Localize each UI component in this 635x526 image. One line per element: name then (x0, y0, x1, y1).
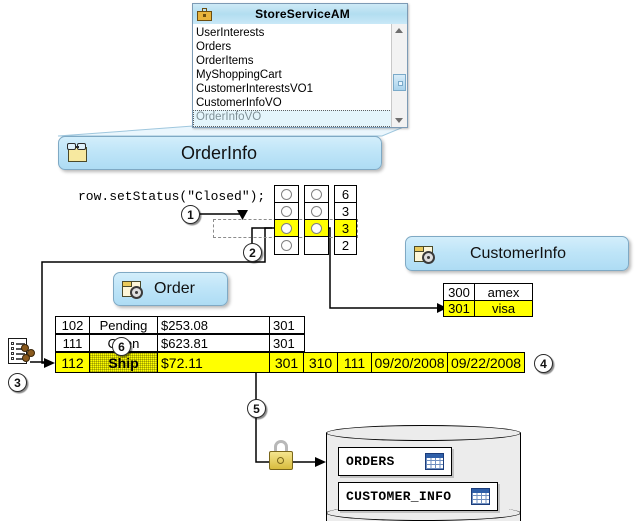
table-grid-icon (425, 453, 444, 470)
table-row-highlighted[interactable]: 301 visa (443, 300, 533, 317)
table-row[interactable]: 102 Pending $253.08 301 (55, 316, 305, 334)
customer-id-cell: 300 (444, 284, 475, 300)
order-id-cell: 111 (56, 335, 90, 351)
scrollbar-thumb[interactable] (393, 74, 406, 91)
order-customer-cell: 301 (273, 335, 295, 351)
customer-card-cell: visa (491, 301, 516, 316)
grid-cell-value: 3 (341, 220, 350, 236)
am-window-title: StoreServiceAM (255, 7, 350, 21)
db-table-customer-info[interactable]: CUSTOMER_INFO (338, 482, 498, 511)
order-id-cell: 112 (56, 353, 90, 372)
order-status-cell-selected[interactable]: Ship (90, 353, 158, 372)
order-amount-cell: $253.08 (158, 317, 270, 333)
order-id-cell: 102 (56, 317, 90, 333)
grid-cell[interactable] (275, 186, 298, 203)
grid-cell-value: 6 (341, 186, 350, 202)
table-row-highlighted[interactable]: 112 Ship $72.11 301 310 111 09/20/2008 0… (55, 352, 525, 373)
database-cylinder: ORDERS CUSTOMER_INFO (326, 425, 521, 521)
order-customer-cell: 301 (270, 353, 304, 372)
customerinfo-panel-header[interactable]: CustomerInfo (405, 236, 629, 271)
customerinfo-table[interactable]: 300 amex 301 visa (443, 283, 533, 317)
order-date-cell: 09/22/2008 (450, 354, 522, 371)
grid-cell-selected[interactable] (275, 220, 298, 237)
customerinfo-label: CustomerInfo (469, 244, 567, 262)
storeservice-am-window[interactable]: StoreServiceAM UserInterests Orders Orde… (192, 3, 408, 128)
customer-card-cell: amex (487, 284, 520, 300)
grid-cell[interactable]: 2 (335, 237, 356, 254)
order-status-cell: Pending (90, 317, 158, 333)
order-panel-header[interactable]: Order (113, 272, 228, 306)
code-snippet: row.setStatus("Closed"); (78, 189, 266, 204)
am-window-titlebar: StoreServiceAM (193, 4, 407, 25)
order-amount-cell: $623.81 (158, 335, 270, 351)
db-table-orders[interactable]: ORDERS (338, 447, 452, 476)
grid-cell-selected[interactable] (305, 220, 328, 237)
list-item[interactable]: MyShoppingCart (196, 68, 407, 82)
grid-cell[interactable]: 3 (335, 203, 356, 220)
briefcase-icon (197, 7, 212, 21)
order-row-arrowhead (44, 358, 55, 368)
grid-cell-selected[interactable]: 3 (335, 220, 356, 237)
entity-object-icon (412, 242, 438, 266)
am-scrollbar[interactable] (391, 24, 407, 127)
grid-cell[interactable]: 6 (335, 186, 356, 203)
list-item[interactable]: Orders (196, 40, 407, 54)
grid-cell[interactable] (275, 203, 298, 220)
table-row[interactable]: 300 amex (443, 283, 533, 300)
grid-cell-value: 3 (341, 203, 350, 219)
list-item[interactable]: OrderItems (196, 54, 407, 68)
attribute-column-circles-1[interactable] (274, 185, 299, 255)
entity-object-icon (120, 277, 146, 301)
order-extra-cell: 310 (304, 353, 338, 372)
order-extra-cell: 111 (338, 353, 372, 372)
db-table-name: ORDERS (346, 454, 395, 469)
order-amount-cell: $72.11 (158, 353, 270, 372)
customer-id-cell: 301 (444, 301, 475, 316)
callout-2: 2 (243, 243, 262, 262)
callout-1: 1 (181, 205, 200, 224)
grid-cell-empty[interactable] (305, 237, 328, 254)
order-customer-cell: 301 (273, 317, 295, 333)
attribute-column-circles-2[interactable] (304, 185, 329, 255)
order-label: Order (154, 280, 195, 297)
list-item[interactable]: UserInterests (196, 26, 407, 40)
db-table-name: CUSTOMER_INFO (346, 489, 452, 504)
am-selected-row-focus (193, 110, 392, 127)
grid-cell[interactable] (275, 237, 298, 254)
callout-3: 3 (8, 373, 27, 392)
list-item[interactable]: CustomerInterestsVO1 (196, 82, 407, 96)
db-arrowhead (315, 457, 326, 467)
callout-6: 6 (112, 337, 131, 356)
scroll-down-arrow[interactable] (392, 114, 407, 127)
orderinfo-panel-header[interactable]: OrderInfo (58, 136, 382, 170)
list-item[interactable]: CustomerInfoVO (196, 96, 407, 110)
lock-icon (266, 440, 296, 474)
view-object-icon (65, 141, 91, 165)
form-and-users-icon (8, 338, 40, 366)
table-grid-icon (471, 488, 490, 505)
callout-4: 4 (534, 354, 553, 373)
orderinfo-label: OrderInfo (180, 142, 258, 163)
grid-cell[interactable] (305, 186, 328, 203)
order-date-cell: 09/20/2008 (372, 353, 448, 372)
grid-cell-value: 2 (341, 238, 350, 253)
grid-cell[interactable] (305, 203, 328, 220)
attribute-column-values[interactable]: 6 3 3 2 (334, 185, 357, 255)
scroll-up-arrow[interactable] (392, 24, 407, 37)
callout-5: 5 (247, 399, 266, 418)
table-row[interactable]: 111 Open $623.81 301 (55, 334, 305, 352)
